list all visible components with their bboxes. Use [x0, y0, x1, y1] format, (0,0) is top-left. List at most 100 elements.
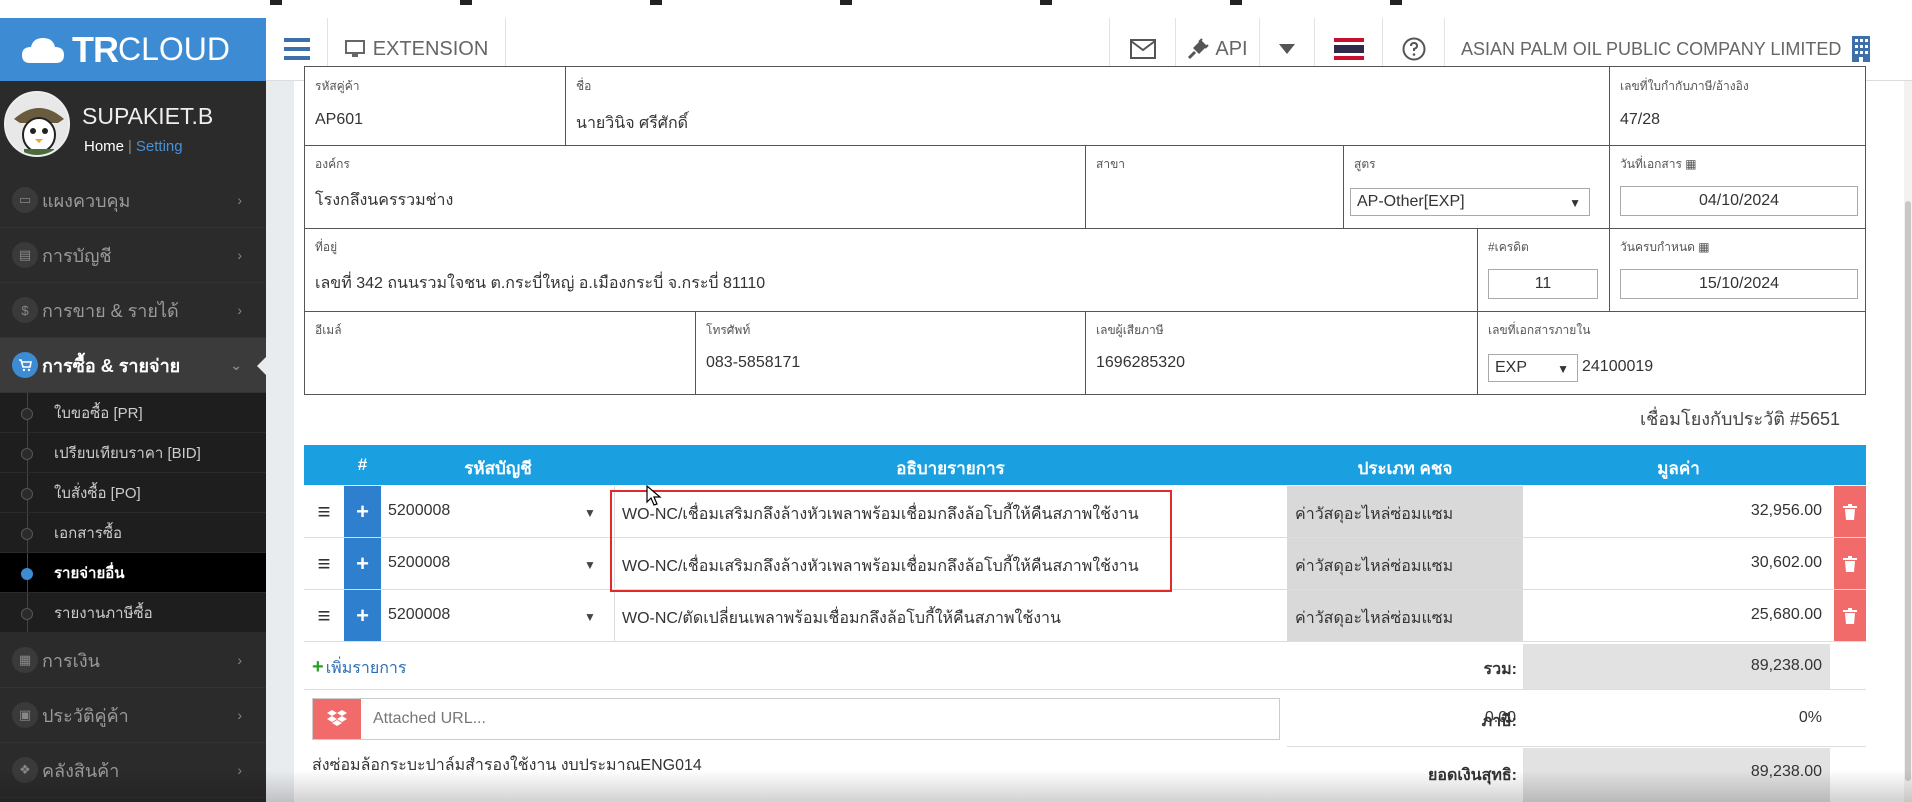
vendor-code-label: รหัสคู่ค้า: [315, 79, 360, 93]
branch-label: สาขา: [1096, 157, 1126, 171]
brand-cloud: CLOUD: [118, 31, 231, 67]
delete-row-button[interactable]: [1834, 590, 1866, 641]
line-value[interactable]: 30,602.00: [1523, 554, 1830, 572]
remark-text[interactable]: ส่งซ่อมล้อกระบะปาล์มสำรองใช้งาน งบประมาณ…: [312, 753, 702, 778]
account-code[interactable]: 5200008: [388, 606, 450, 624]
chevron-down-icon[interactable]: ▼: [584, 610, 596, 624]
expense-type[interactable]: ค่าวัสดุอะไหล่ซ่อมแซม: [1287, 590, 1523, 641]
delete-row-button[interactable]: [1834, 486, 1866, 537]
credit-label: #เครดิต: [1488, 240, 1529, 254]
submenu-item-bid[interactable]: เปรียบเทียบราคา [BID]: [0, 433, 266, 473]
extension-label: EXTENSION: [372, 37, 489, 60]
sidebar-item-dashboard[interactable]: ▭ แผงควบคุม ›: [0, 173, 266, 228]
expense-type[interactable]: ค่าวัสดุอะไหล่ซ่อมแซม: [1287, 538, 1523, 589]
internal-doc-label: เลขที่เอกสารภายใน: [1488, 323, 1591, 337]
add-row-button[interactable]: +: [344, 590, 381, 641]
chevron-right-icon: ›: [237, 302, 242, 318]
brand-tr: TR: [72, 28, 119, 70]
sidebar-item-finance[interactable]: ▦ การเงิน ›: [0, 633, 266, 688]
envelope-icon: [1129, 39, 1156, 59]
line-value[interactable]: 32,956.00: [1523, 502, 1830, 520]
vertical-scrollbar[interactable]: [1904, 81, 1912, 802]
history-link[interactable]: เชื่อมโยงกับประวัติ #5651: [1640, 404, 1840, 433]
add-line-link[interactable]: + เพิ่มรายการ: [312, 656, 406, 681]
credit-input[interactable]: 11: [1488, 269, 1598, 299]
org-label: องค์กร: [315, 157, 350, 171]
due-date-label: วันครบกำหนด ▦: [1620, 240, 1710, 254]
calendar-icon: ▦: [1698, 240, 1710, 254]
drag-handle-icon[interactable]: ≡: [304, 486, 344, 537]
add-row-button[interactable]: +: [344, 538, 381, 589]
drag-handle-icon[interactable]: ≡: [304, 590, 344, 641]
home-link[interactable]: Home: [84, 138, 124, 155]
sidebar-item-label: การขาย & รายได้: [42, 300, 179, 321]
submenu-item-purchase-tax-report[interactable]: รายงานภาษีซื้อ: [0, 593, 266, 633]
table-row: ≡ + 5200008 ▼ WO-NC/เชื่อมเสริมกลึงล้างห…: [304, 538, 1866, 590]
address-value: เลขที่ 342 ถนนรวมใจชน ต.กระบี่ใหญ่ อ.เมื…: [315, 275, 766, 292]
bullet-icon: [21, 528, 33, 540]
link-separator: |: [128, 138, 132, 155]
attached-url-placeholder: Attached URL...: [373, 710, 486, 727]
doc-date-input[interactable]: 04/10/2024: [1620, 186, 1858, 216]
internal-prefix-select[interactable]: EXP ▼: [1488, 354, 1578, 382]
line-description[interactable]: WO-NC/เชื่อมเสริมกลึงล้างหัวเพลาพร้อมเชื…: [622, 554, 1139, 579]
net-total-label: ยอดเงินสุทธิ:: [1428, 767, 1517, 784]
setting-link[interactable]: Setting: [136, 138, 183, 155]
internal-prefix-value: EXP: [1495, 359, 1528, 376]
purchase-submenu: ใบขอซื้อ [PR] เปรียบเทียบราคา [BID] ใบสั…: [0, 393, 266, 633]
phone-value: 083-5858171: [706, 354, 801, 371]
api-label: API: [1215, 37, 1248, 60]
scrollbar-thumb[interactable]: [1905, 201, 1911, 781]
chevron-down-icon[interactable]: ▼: [584, 558, 596, 572]
bullet-icon: [21, 408, 33, 420]
email-label: อีเมล์: [315, 323, 342, 337]
add-row-button[interactable]: +: [344, 486, 381, 537]
sidebar-item-partner-history[interactable]: ▣ ประวัติคู่ค้า ›: [0, 688, 266, 743]
building-icon: [1852, 36, 1871, 62]
calendar-icon: ▦: [12, 647, 38, 673]
account-code[interactable]: 5200008: [388, 554, 450, 572]
sidebar-item-label: การบัญชี: [42, 245, 112, 266]
company-name: ASIAN PALM OIL PUBLIC COMPANY LIMITED: [1461, 38, 1842, 59]
formula-select[interactable]: AP-Other[EXP] ▼: [1350, 188, 1590, 216]
sidebar-item-label: แผงควบคุม: [42, 190, 131, 211]
drag-handle-icon[interactable]: ≡: [304, 538, 344, 589]
caret-down-icon: [1279, 44, 1295, 54]
plus-icon: +: [312, 656, 324, 678]
plug-icon: [1188, 38, 1210, 60]
account-code[interactable]: 5200008: [388, 502, 450, 520]
table-row: ≡ + 5200008 ▼ WO-NC/เชื่อมเสริมกลึงล้างห…: [304, 486, 1866, 538]
submenu-item-purchase-doc[interactable]: เอกสารซื้อ: [0, 513, 266, 553]
avatar[interactable]: [4, 91, 70, 157]
expense-type[interactable]: ค่าวัสดุอะไหล่ซ่อมแซม: [1287, 486, 1523, 537]
net-total-value: 89,238.00: [1750, 763, 1822, 780]
submenu-label: ใบสั่งซื้อ [PO]: [54, 484, 141, 502]
sidebar-item-accounting[interactable]: ▤ การบัญชี ›: [0, 228, 266, 283]
internal-doc-number: 24100019: [1582, 358, 1654, 375]
trash-icon: [1843, 503, 1857, 520]
line-description[interactable]: WO-NC/เชื่อมเสริมกลึงล้างหัวเพลาพร้อมเชื…: [622, 502, 1139, 527]
line-description[interactable]: WO-NC/ตัดเปลี่ยนเพลาพร้อมเชื่อมกลึงล้อโบ…: [622, 606, 1061, 631]
brand-logo[interactable]: TR CLOUD: [0, 18, 266, 81]
line-value[interactable]: 25,680.00: [1523, 606, 1830, 624]
submenu-item-other-expense[interactable]: รายจ่ายอื่น: [0, 553, 266, 593]
attached-url-field[interactable]: Attached URL...: [312, 698, 1280, 740]
tax-amount: 0.00: [1484, 709, 1516, 726]
chevron-down-icon[interactable]: ▼: [584, 506, 596, 520]
sidebar-item-sales[interactable]: $ การขาย & รายได้ ›: [0, 283, 266, 338]
col-expense-type: ประเภท คชจ: [1357, 459, 1453, 478]
delete-row-button[interactable]: [1834, 538, 1866, 589]
bullet-icon: [21, 448, 33, 460]
trash-icon: [1843, 607, 1857, 624]
col-value: มูลค่า: [1657, 459, 1700, 478]
submenu-item-pr[interactable]: ใบขอซื้อ [PR]: [0, 393, 266, 433]
user-links: Home | Setting: [84, 138, 183, 155]
submenu-item-po[interactable]: ใบสั่งซื้อ [PO]: [0, 473, 266, 513]
sidebar-item-label: ประวัติคู่ค้า: [42, 705, 129, 726]
sidebar-item-inventory[interactable]: ❖ คลังสินค้า ›: [0, 743, 266, 798]
sidebar-item-purchase[interactable]: การซื้อ & รายจ่าย ⌄: [0, 338, 267, 393]
due-date-input[interactable]: 15/10/2024: [1620, 269, 1858, 299]
total-label: รวม:: [1483, 661, 1517, 678]
dropbox-button[interactable]: [313, 699, 361, 739]
sidebar: SUPAKIET.B Home | Setting ▭ แผงควบคุม › ▤ …: [0, 81, 267, 802]
